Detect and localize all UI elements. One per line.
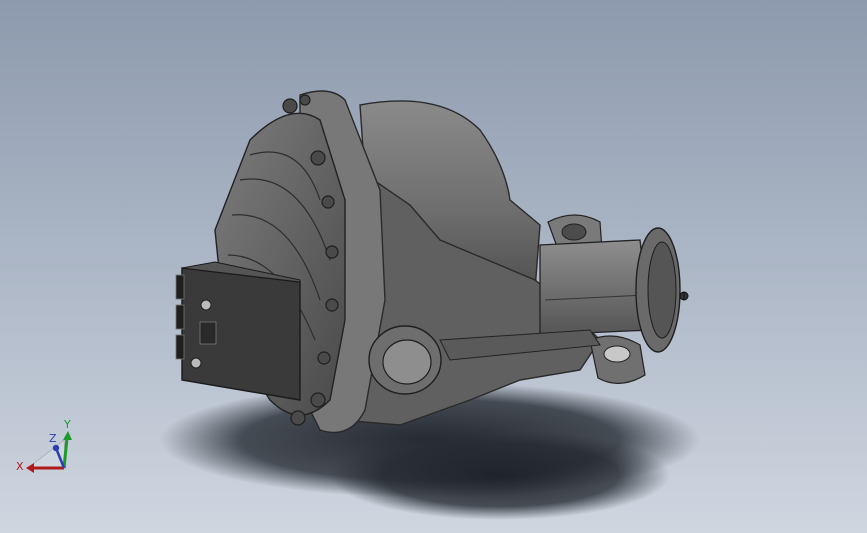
connector-screw-hole (190, 357, 202, 369)
cad-viewport[interactable]: X Y Z (0, 0, 867, 533)
pinion-flange (635, 227, 689, 353)
y-axis-label: Y (63, 418, 71, 431)
x-axis-arrow (26, 463, 34, 473)
z-axis-label: Z (49, 432, 57, 445)
x-axis-label: X (16, 460, 24, 473)
connector-latch (199, 321, 217, 345)
connector-pins (175, 274, 185, 360)
coordinate-triad: X Y Z (16, 418, 72, 473)
connector-screw-hole (200, 299, 212, 311)
z-axis-arrow (52, 444, 60, 452)
axle-output-boss (368, 325, 442, 395)
cad-model[interactable] (0, 0, 867, 533)
y-axis-arrow (63, 431, 72, 440)
pinion-tube (539, 239, 651, 336)
